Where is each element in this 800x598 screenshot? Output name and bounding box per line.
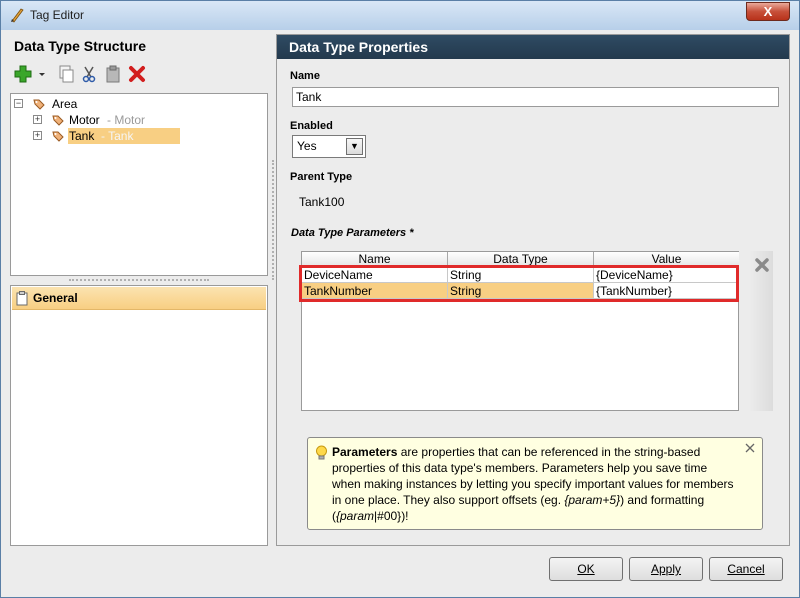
table-side-toolbar [749,251,773,411]
info-text-3: )! [401,509,409,523]
window-close-button[interactable]: X [746,2,790,21]
category-list: General [10,285,268,546]
tree-node-tank[interactable]: + Tank - Tank [33,128,183,144]
parameters-info-box: Parameters are properties that can be re… [307,437,763,530]
clipboard-icon [16,291,28,306]
enabled-label: Enabled [290,120,333,132]
delete-row-icon[interactable] [754,257,770,273]
category-general-label: General [33,291,78,305]
udt-tag-icon [52,115,64,126]
structure-toolbar [13,64,263,86]
dropdown-arrow-icon[interactable] [37,64,47,84]
cell-value[interactable]: {TankNumber} [594,283,739,299]
column-header-value[interactable]: Value [594,252,739,267]
title-bar[interactable]: Tag Editor X [1,1,799,30]
horizontal-splitter[interactable] [69,279,209,283]
collapse-icon[interactable]: − [14,99,23,108]
tree-node-motor[interactable]: + Motor - Motor [33,112,253,128]
column-header-data-type[interactable]: Data Type [448,252,594,267]
udt-tag-icon [52,131,64,142]
parameters-label: Data Type Parameters * [291,227,414,239]
data-type-structure-pane: Data Type Structure − Area + Motor - Mot… [9,34,271,546]
info-bold-lead: Parameters [332,445,398,459]
cell-data-type[interactable]: String [448,267,594,283]
cut-icon[interactable] [79,64,99,84]
enabled-select-value: Yes [297,139,317,153]
window-client: Data Type Structure − Area + Motor - Mot… [6,30,794,594]
expand-icon[interactable]: + [33,115,42,124]
column-header-name[interactable]: Name [302,252,448,267]
cell-name[interactable]: TankNumber [302,283,448,299]
delete-icon[interactable] [127,64,147,84]
tree-node-area[interactable]: − Area [14,96,214,112]
tag-editor-window: Tag Editor X Data Type Structure − Area … [0,0,800,598]
parent-type-value: Tank100 [299,195,345,209]
tree-suffix-tank: - Tank [101,129,134,143]
window-title: Tag Editor [30,8,85,22]
cell-value[interactable]: {DeviceName} [594,267,739,283]
name-input[interactable] [292,87,779,107]
info-example-1: {param+5} [564,493,621,507]
info-example-2a: {param [336,509,375,523]
properties-header: Data Type Properties [277,35,789,59]
data-type-properties-pane: Data Type Properties Name Enabled Yes ▼ … [276,34,790,546]
cancel-button[interactable]: Cancel [709,557,783,581]
apply-button[interactable]: Apply [629,557,703,581]
parameters-table: Name Data Type Value DeviceName String {… [301,251,739,411]
app-pen-icon [11,8,24,23]
tree-label-motor: Motor [69,113,100,127]
tree-label-tank: Tank [69,129,95,143]
ok-button[interactable]: OK [549,557,623,581]
lightbulb-icon [316,445,327,460]
info-example-2b: |#00} [374,509,402,523]
add-icon[interactable] [13,64,33,84]
paste-icon[interactable] [103,64,123,84]
parent-type-label: Parent Type [290,171,353,183]
close-icon[interactable] [744,442,756,454]
info-text: Parameters are properties that can be re… [332,445,734,523]
cell-name[interactable]: DeviceName [302,267,448,283]
copy-icon[interactable] [55,64,75,84]
cell-data-type[interactable]: String [448,283,594,299]
enabled-select[interactable]: Yes ▼ [292,135,366,158]
tree-label-area: Area [52,97,78,111]
name-label: Name [290,70,320,82]
expand-icon[interactable]: + [33,131,42,140]
folder-tag-icon [33,99,45,110]
category-general[interactable]: General [12,287,266,310]
chevron-down-icon[interactable]: ▼ [346,138,363,155]
structure-header: Data Type Structure [14,38,146,54]
structure-tree[interactable]: − Area + Motor - Motor + Tank - Tank [10,93,268,276]
vertical-splitter[interactable] [272,160,274,280]
tree-suffix-motor: - Motor [107,113,146,127]
